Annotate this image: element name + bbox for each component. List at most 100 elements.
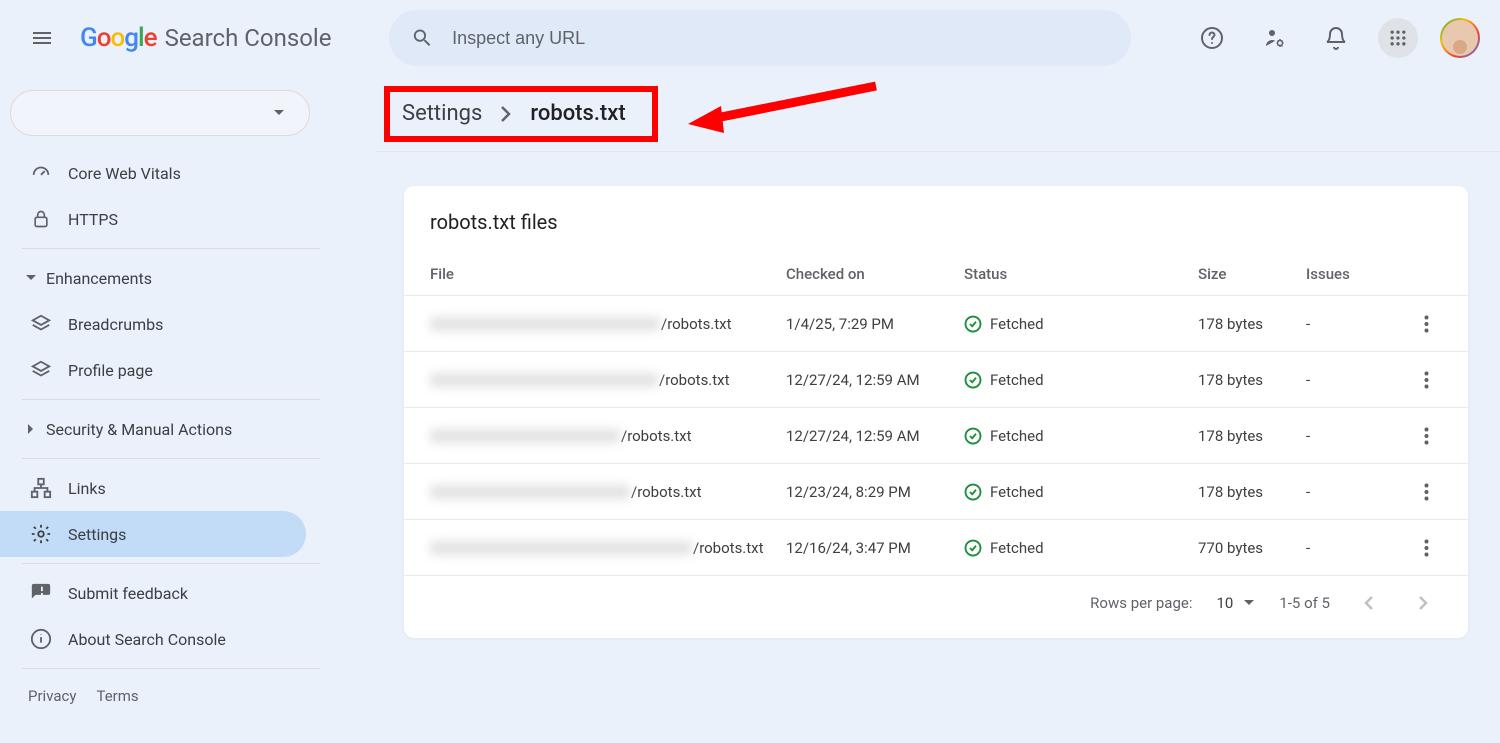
sitemap-icon — [30, 477, 52, 499]
search-icon — [411, 26, 434, 50]
breadcrumb-current: robots.txt — [530, 101, 625, 126]
checked-cell: 1/4/25, 7:29 PM — [786, 315, 964, 333]
table-pager: Rows per page: 10 1-5 of 5 — [404, 576, 1468, 630]
nav-feedback[interactable]: Submit feedback — [0, 570, 306, 616]
more-vert-icon — [1424, 427, 1429, 445]
nav-section-label: Enhancements — [46, 269, 152, 288]
size-cell: 770 bytes — [1198, 539, 1306, 557]
logo-block[interactable]: Google Search Console — [80, 23, 331, 53]
table-row[interactable]: /robots.txt 12/27/24, 12:59 AM Fetched 1… — [404, 408, 1468, 464]
search-input[interactable] — [452, 28, 1109, 49]
annotation-arrow — [676, 78, 886, 148]
nav-about[interactable]: About Search Console — [0, 616, 306, 662]
caret-down-icon — [26, 273, 36, 283]
dropdown-icon — [1243, 599, 1255, 607]
redacted-url — [430, 429, 620, 443]
status-cell: Fetched — [964, 539, 1198, 557]
row-more-button[interactable] — [1398, 539, 1454, 557]
row-more-button[interactable] — [1398, 371, 1454, 389]
nav-label: Submit feedback — [68, 584, 188, 603]
menu-icon — [30, 26, 54, 50]
table-row[interactable]: /robots.txt 12/16/24, 3:47 PM Fetched 77… — [404, 520, 1468, 576]
nav-enhancements-toggle[interactable]: Enhancements — [0, 255, 320, 301]
breadcrumb-bar: Settings robots.txt — [376, 76, 1500, 152]
status-cell: Fetched — [964, 315, 1198, 333]
gear-icon — [30, 523, 52, 545]
nav-label: Breadcrumbs — [68, 315, 163, 334]
terms-link[interactable]: Terms — [96, 687, 138, 705]
nav-core-web-vitals[interactable]: Core Web Vitals — [0, 150, 306, 196]
nav-settings[interactable]: Settings — [0, 511, 306, 557]
issues-cell: - — [1306, 371, 1398, 389]
size-cell: 178 bytes — [1198, 427, 1306, 445]
status-cell: Fetched — [964, 371, 1198, 389]
issues-cell: - — [1306, 427, 1398, 445]
rows-per-page-select[interactable]: 10 — [1216, 594, 1255, 612]
account-avatar[interactable] — [1440, 18, 1480, 58]
file-cell: /robots.txt — [430, 473, 786, 511]
pager-next[interactable] — [1408, 588, 1438, 618]
users-button[interactable] — [1254, 18, 1294, 58]
nav-profile-page[interactable]: Profile page — [0, 347, 306, 393]
pager-range: 1-5 of 5 — [1279, 594, 1330, 612]
apps-icon — [1388, 28, 1408, 48]
more-vert-icon — [1424, 371, 1429, 389]
more-vert-icon — [1424, 483, 1429, 501]
nav-https[interactable]: HTTPS — [0, 196, 306, 242]
size-cell: 178 bytes — [1198, 315, 1306, 333]
breadcrumb-parent[interactable]: Settings — [402, 101, 482, 126]
chevron-left-icon — [1364, 595, 1374, 611]
redacted-url — [430, 485, 630, 499]
nav-label: HTTPS — [68, 210, 118, 229]
nav-breadcrumbs[interactable]: Breadcrumbs — [0, 301, 306, 347]
nav-label: Core Web Vitals — [68, 164, 181, 183]
nav-section-label: Security & Manual Actions — [46, 420, 232, 439]
checked-cell: 12/16/24, 3:47 PM — [786, 539, 964, 557]
robots-files-card: robots.txt files File Checked on Status … — [404, 186, 1468, 638]
more-vert-icon — [1424, 539, 1429, 557]
redacted-url — [430, 373, 658, 387]
hamburger-menu[interactable] — [20, 16, 64, 60]
col-status: Status — [964, 265, 1198, 283]
more-vert-icon — [1424, 315, 1429, 333]
dropdown-icon — [273, 109, 285, 117]
row-more-button[interactable] — [1398, 315, 1454, 333]
check-circle-icon — [964, 539, 982, 557]
help-icon — [1200, 26, 1224, 50]
privacy-link[interactable]: Privacy — [28, 687, 76, 705]
product-name: Search Console — [165, 24, 332, 52]
chevron-right-icon — [1418, 595, 1428, 611]
notifications-button[interactable] — [1316, 18, 1356, 58]
google-logo: Google — [80, 23, 157, 53]
person-settings-icon — [1262, 26, 1286, 50]
file-cell: /robots.txt — [430, 529, 786, 567]
nav-security-toggle[interactable]: Security & Manual Actions — [0, 406, 320, 452]
row-more-button[interactable] — [1398, 483, 1454, 501]
check-circle-icon — [964, 371, 982, 389]
checked-cell: 12/27/24, 12:59 AM — [786, 371, 964, 389]
table-row[interactable]: /robots.txt 12/27/24, 12:59 AM Fetched 1… — [404, 352, 1468, 408]
issues-cell: - — [1306, 483, 1398, 501]
size-cell: 178 bytes — [1198, 371, 1306, 389]
bell-icon — [1324, 26, 1348, 50]
sidebar: Core Web Vitals HTTPS Enhancements Bread… — [0, 76, 320, 743]
status-cell: Fetched — [964, 427, 1198, 445]
property-selector[interactable] — [10, 90, 310, 136]
help-button[interactable] — [1192, 18, 1232, 58]
table-row[interactable]: /robots.txt 1/4/25, 7:29 PM Fetched 178 … — [404, 296, 1468, 352]
speed-icon — [30, 162, 52, 184]
search-bar[interactable] — [389, 10, 1131, 66]
pager-prev[interactable] — [1354, 588, 1384, 618]
row-more-button[interactable] — [1398, 427, 1454, 445]
check-circle-icon — [964, 427, 982, 445]
layers-icon — [30, 359, 52, 381]
redacted-url — [430, 317, 660, 331]
nav-links[interactable]: Links — [0, 465, 306, 511]
checked-cell: 12/27/24, 12:59 AM — [786, 427, 964, 445]
apps-button[interactable] — [1378, 18, 1418, 58]
nav-label: About Search Console — [68, 630, 226, 649]
issues-cell: - — [1306, 539, 1398, 557]
nav-label: Settings — [68, 525, 126, 544]
status-cell: Fetched — [964, 483, 1198, 501]
table-row[interactable]: /robots.txt 12/23/24, 8:29 PM Fetched 17… — [404, 464, 1468, 520]
